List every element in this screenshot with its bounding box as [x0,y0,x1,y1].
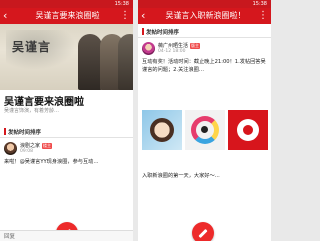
section-bar-icon [142,28,144,35]
role-badge: 楼主 [42,143,53,149]
status-time: 15:38 [114,1,129,7]
cover-person [78,34,102,90]
post-time: 04-12 18:00 [158,49,186,54]
page-title: 吴谨言要来浪圈啦 [4,97,84,108]
bottom-bar: 回复 [0,230,133,241]
weibo-logo-icon [237,119,259,141]
back-arrow-icon[interactable]: ‹ [141,9,145,23]
cover-title: 吴谨言 [12,40,52,54]
divider [0,137,133,138]
status-bar: 15:38 [0,0,133,8]
more-icon[interactable]: ⋮ [258,8,268,24]
back-arrow-icon[interactable]: ‹ [3,9,7,23]
nav-title: 吴谨言入职新浪圈啦！ [165,11,246,20]
sort-tab-label: 发帖时间排序 [8,130,42,136]
post-image[interactable] [228,110,268,150]
post-text: 入职新浪圈的第一天，大家好～… [142,173,220,179]
status-time: 15:38 [252,1,267,7]
nav-bar: ‹ 吴谨言要来浪圈啦 ⋮ [0,8,133,24]
compose-button[interactable] [192,222,214,241]
post-images [142,110,268,150]
divider [138,37,271,38]
post-time: 09:08 [20,149,33,154]
avatar[interactable] [142,42,155,55]
sort-tab-label: 发帖时间排序 [146,30,180,36]
reply-button[interactable]: 回复 [4,232,15,240]
avatar[interactable] [4,142,17,155]
left-screen: 15:38 ‹ 吴谨言要来浪圈啦 ⋮ 吴谨言 吴谨言要来浪圈啦 吴谨言饰演，有着… [0,0,133,241]
post-user[interactable]: 浪剧之家 楼主 [20,142,53,149]
post-text: 来啦！@吴谨言YY现身浪圈，参与互动… [4,159,99,165]
more-icon[interactable]: ⋮ [120,8,130,24]
nav-title: 吴谨言要来浪圈啦 [35,11,100,20]
section-bar-icon [4,128,6,135]
post-image[interactable] [142,110,182,150]
sort-tab[interactable]: 发帖时间排序 [4,128,41,136]
cover-image: 吴谨言 [0,24,133,90]
nav-bar: ‹ 吴谨言入职新浪圈啦！ ⋮ [138,8,271,24]
post-text: 互动有奖！活动时间：截止晚上21:00！1.发帖回答吴谨言的问题；2.关注浪圈… [142,59,266,73]
post-image[interactable] [185,110,225,150]
cover-person [118,34,133,90]
sort-tab[interactable]: 发帖时间排序 [142,28,179,36]
status-bar: 15:38 [138,0,271,8]
page-subtext: 吴谨言饰演，有着芳龄… [4,108,60,114]
role-badge: 版主 [190,43,201,49]
compose-pen-icon [198,228,208,238]
post-user[interactable]: 薇广州晒生活 版主 [158,42,201,49]
right-screen: 15:38 ‹ 吴谨言入职新浪圈啦！ ⋮ 发帖时间排序 薇广州晒生活 版主 04-… [138,0,271,241]
